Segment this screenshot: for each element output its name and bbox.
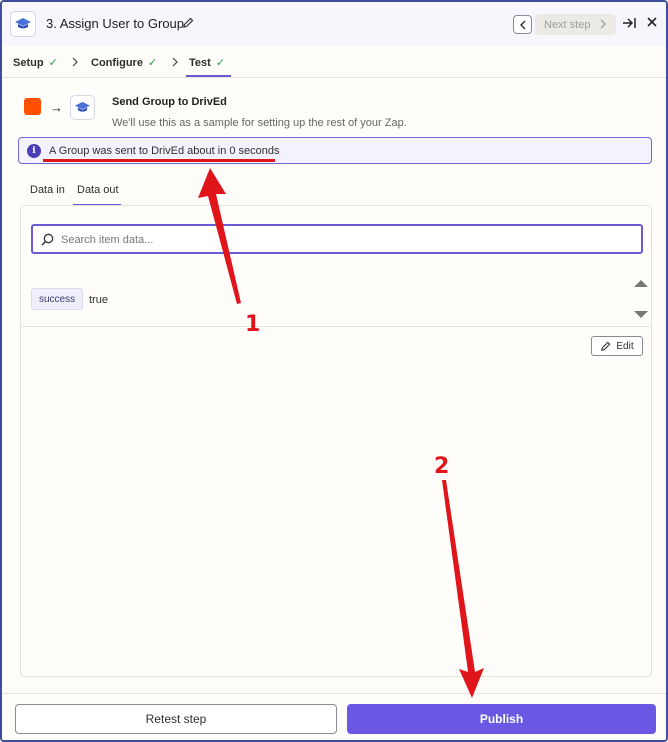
check-icon: ✓ [48, 57, 58, 69]
panel-footer: Retest step Publish [2, 693, 666, 740]
app-badge [10, 11, 36, 37]
tab-test-label: Test [189, 57, 211, 69]
search-icon [41, 233, 54, 246]
tab-configure-label: Configure [91, 57, 143, 69]
banner-text: A Group was sent to DrivEd about in 0 se… [49, 145, 280, 157]
expand-right-icon[interactable] [622, 17, 636, 29]
next-step-button[interactable]: Next step [535, 14, 616, 35]
tab-configure[interactable]: Configure ✓ [91, 56, 157, 69]
panel-divider [21, 326, 651, 327]
previous-step-button[interactable] [513, 15, 532, 34]
source-app-icon [24, 98, 41, 115]
chevron-right-icon [72, 56, 78, 70]
check-icon: ✓ [147, 57, 158, 69]
next-step-label: Next step [544, 18, 591, 31]
tab-setup-label: Setup [13, 57, 44, 69]
annotation-underline [43, 159, 275, 162]
step-info-subtitle: We'll use this as a sample for setting u… [112, 117, 407, 129]
annotation-label-1: 1 [245, 312, 261, 337]
close-icon[interactable] [647, 17, 657, 27]
data-out-panel: success true Edit [20, 205, 652, 677]
step-info-title: Send Group to DrivEd [112, 96, 227, 108]
zap-step-panel: 3. Assign User to Group Next step Setup … [0, 0, 668, 742]
info-icon: i [27, 144, 41, 158]
panel-header: 3. Assign User to Group Next step [2, 2, 666, 46]
search-input[interactable] [61, 231, 631, 249]
tab-data-in[interactable]: Data in [30, 184, 65, 196]
tab-data-out[interactable]: Data out [77, 184, 119, 196]
retest-step-button[interactable]: Retest step [15, 704, 337, 734]
chevron-right-icon [172, 56, 178, 70]
pencil-icon [601, 341, 611, 351]
step-title[interactable]: 3. Assign User to Group [46, 16, 184, 31]
chevron-left-icon [519, 20, 525, 29]
arrow-right-icon: → [50, 100, 63, 115]
tab-test[interactable]: Test ✓ [189, 56, 225, 69]
pencil-icon[interactable] [182, 17, 194, 29]
chevron-right-icon [600, 19, 606, 29]
destination-app-icon [70, 95, 95, 120]
graduation-cap-icon [15, 18, 31, 29]
publish-button[interactable]: Publish [347, 704, 656, 734]
scroll-down-arrow[interactable] [634, 311, 648, 318]
scroll-up-arrow[interactable] [634, 280, 648, 287]
active-tab-indicator [186, 75, 231, 77]
annotation-label-2: 2 [434, 454, 450, 479]
data-value: true [89, 294, 108, 306]
data-key-badge[interactable]: success [31, 288, 84, 310]
edit-label: Edit [616, 340, 634, 352]
edit-button[interactable]: Edit [591, 336, 643, 356]
search-box[interactable] [31, 224, 643, 254]
tab-setup[interactable]: Setup ✓ [13, 56, 58, 69]
graduation-cap-icon [75, 101, 90, 112]
check-icon: ✓ [215, 57, 226, 69]
step-tabs: Setup ✓ Configure ✓ Test ✓ [2, 46, 666, 78]
